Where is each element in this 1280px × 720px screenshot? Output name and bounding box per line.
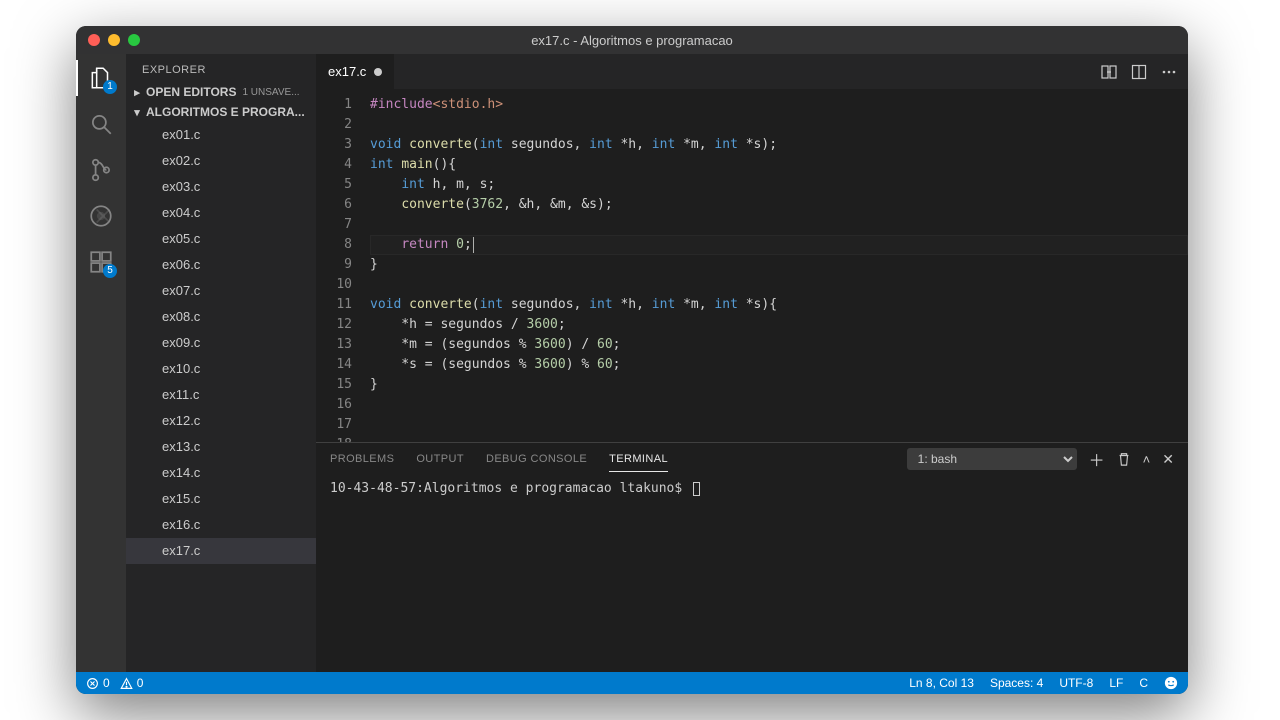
status-bar: 0 0 Ln 8, Col 13 Spaces: 4 UTF-8 LF C: [76, 672, 1188, 694]
explorer-icon[interactable]: 1: [87, 64, 115, 92]
status-errors[interactable]: 0: [86, 676, 110, 690]
debug-icon[interactable]: [87, 202, 115, 230]
file-item[interactable]: ex01.c: [126, 122, 316, 148]
panel-tabs: PROBLEMS OUTPUT DEBUG CONSOLE TERMINAL 1…: [316, 443, 1188, 475]
file-item[interactable]: ex10.c: [126, 356, 316, 382]
file-item[interactable]: ex05.c: [126, 226, 316, 252]
file-item[interactable]: ex16.c: [126, 512, 316, 538]
tab-label: ex17.c: [328, 64, 366, 79]
status-spaces[interactable]: Spaces: 4: [990, 676, 1043, 690]
compare-changes-icon[interactable]: [1100, 63, 1118, 81]
status-lang[interactable]: C: [1139, 676, 1148, 690]
source-control-icon[interactable]: [87, 156, 115, 184]
file-item[interactable]: ex13.c: [126, 434, 316, 460]
code-editor[interactable]: 123456789101112131415161718 #include<std…: [316, 89, 1188, 442]
sidebar: EXPLORER ▸ OPEN EDITORS 1 UNSAVE... ▾ AL…: [126, 54, 316, 672]
status-eol[interactable]: LF: [1109, 676, 1123, 690]
panel-tab-output[interactable]: OUTPUT: [416, 447, 464, 471]
new-terminal-icon[interactable]: ＋: [1089, 447, 1105, 471]
maximize-window-icon[interactable]: [128, 34, 140, 46]
terminal-select[interactable]: 1: bash: [907, 448, 1077, 470]
file-item[interactable]: ex14.c: [126, 460, 316, 486]
extensions-badge: 5: [103, 264, 117, 278]
file-item[interactable]: ex04.c: [126, 200, 316, 226]
search-icon[interactable]: [87, 110, 115, 138]
folder-section[interactable]: ▾ ALGORITMOS E PROGRA...: [126, 102, 316, 122]
file-item[interactable]: ex15.c: [126, 486, 316, 512]
code-content[interactable]: #include<stdio.h>void converte(int segun…: [370, 89, 1188, 442]
chevron-right-icon: ▸: [130, 86, 144, 99]
open-editors-section[interactable]: ▸ OPEN EDITORS 1 UNSAVE...: [126, 82, 316, 102]
file-item[interactable]: ex11.c: [126, 382, 316, 408]
status-warnings[interactable]: 0: [120, 676, 144, 690]
sidebar-title: EXPLORER: [126, 54, 316, 82]
bottom-panel: PROBLEMS OUTPUT DEBUG CONSOLE TERMINAL 1…: [316, 442, 1188, 672]
dirty-indicator-icon: [374, 68, 382, 76]
close-window-icon[interactable]: [88, 34, 100, 46]
file-list: ex01.cex02.cex03.cex04.cex05.cex06.cex07…: [126, 122, 316, 672]
extensions-icon[interactable]: 5: [87, 248, 115, 276]
panel-tab-problems[interactable]: PROBLEMS: [330, 447, 394, 471]
tabs-bar: ex17.c: [316, 54, 1188, 89]
file-item[interactable]: ex08.c: [126, 304, 316, 330]
terminal-cursor-icon: [693, 482, 700, 496]
titlebar[interactable]: ex17.c - Algoritmos e programacao: [76, 26, 1188, 54]
unsaved-indicator: 1 UNSAVE...: [242, 87, 299, 98]
maximize-panel-icon[interactable]: ˄: [1143, 452, 1151, 467]
terminal-prompt: 10-43-48-57:Algoritmos e programacao lta…: [330, 481, 690, 496]
chevron-down-icon: ▾: [130, 106, 144, 119]
minimize-window-icon[interactable]: [108, 34, 120, 46]
window-title: ex17.c - Algoritmos e programacao: [76, 33, 1188, 48]
file-item[interactable]: ex02.c: [126, 148, 316, 174]
file-item[interactable]: ex17.c: [126, 538, 316, 564]
vscode-window: ex17.c - Algoritmos e programacao 1 5 EX: [76, 26, 1188, 694]
file-item[interactable]: ex12.c: [126, 408, 316, 434]
file-item[interactable]: ex07.c: [126, 278, 316, 304]
explorer-badge: 1: [103, 80, 117, 94]
file-item[interactable]: ex03.c: [126, 174, 316, 200]
panel-tab-terminal[interactable]: TERMINAL: [609, 447, 668, 472]
status-feedback-icon[interactable]: [1164, 676, 1178, 690]
tab-ex17[interactable]: ex17.c: [316, 54, 395, 89]
split-editor-icon[interactable]: [1130, 63, 1148, 81]
terminal-content[interactable]: 10-43-48-57:Algoritmos e programacao lta…: [316, 475, 1188, 672]
file-item[interactable]: ex09.c: [126, 330, 316, 356]
line-gutter: 123456789101112131415161718: [316, 89, 370, 442]
more-actions-icon[interactable]: [1160, 63, 1178, 81]
editor-group: ex17.c 123456789101112131415161718 #incl…: [316, 54, 1188, 672]
close-panel-icon[interactable]: ✕: [1162, 451, 1174, 468]
kill-terminal-icon[interactable]: [1117, 452, 1131, 466]
panel-tab-debug[interactable]: DEBUG CONSOLE: [486, 447, 587, 471]
status-lncol[interactable]: Ln 8, Col 13: [909, 676, 974, 690]
status-encoding[interactable]: UTF-8: [1059, 676, 1093, 690]
activity-bar: 1 5: [76, 54, 126, 672]
file-item[interactable]: ex06.c: [126, 252, 316, 278]
